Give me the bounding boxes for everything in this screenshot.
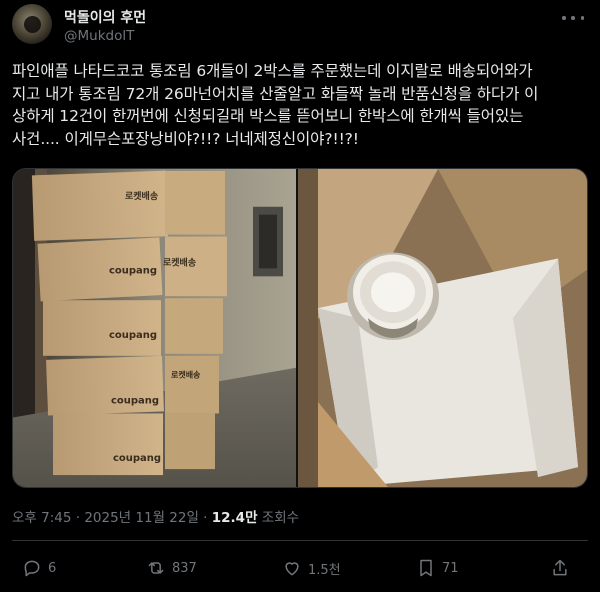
user-handle[interactable]: @MukdolT	[64, 28, 134, 44]
svg-text:coupang: coupang	[109, 330, 157, 341]
svg-text:coupang: coupang	[111, 396, 159, 407]
more-icon[interactable]	[562, 10, 584, 26]
repost-count: 837	[172, 560, 197, 576]
repost-button[interactable]: 837	[146, 556, 197, 580]
tweet-date[interactable]: 2025년 11월 22일	[84, 510, 199, 526]
views-count[interactable]: 12.4만	[212, 510, 258, 526]
display-name[interactable]: 먹돌이의 후먼	[64, 7, 146, 27]
share-icon	[553, 559, 567, 576]
bookmark-button[interactable]: 71	[416, 556, 459, 580]
divider	[12, 540, 588, 541]
svg-text:로켓배송: 로켓배송	[125, 190, 158, 202]
action-bar: 6 837 1.5천 71	[12, 556, 588, 580]
photo-stacked-boxes[interactable]: 로켓배송 로켓배송 coupang coupang coupang 로켓배송 c…	[13, 169, 296, 487]
svg-text:로켓배송: 로켓배송	[163, 256, 196, 268]
reply-icon	[24, 560, 40, 577]
like-count: 1.5천	[308, 562, 341, 578]
tweet-header: 먹돌이의 후먼 @MukdolT	[12, 4, 588, 48]
heart-icon	[285, 562, 299, 576]
meta-separator: ·	[71, 510, 85, 526]
media-grid: 로켓배송 로켓배송 coupang coupang coupang 로켓배송 c…	[12, 168, 588, 488]
share-button[interactable]	[550, 556, 570, 580]
tweet-time[interactable]: 오후 7:45	[12, 510, 71, 526]
avatar[interactable]	[12, 4, 52, 44]
reply-button[interactable]: 6	[22, 556, 56, 580]
tweet-meta: 오후 7:45 · 2025년 11월 22일 · 12.4만 조회수	[12, 506, 299, 526]
photo-open-box[interactable]	[298, 169, 587, 487]
bookmark-count: 71	[442, 560, 459, 576]
svg-text:coupang: coupang	[109, 265, 157, 276]
views-label: 조회수	[257, 510, 300, 526]
svg-text:로켓배송: 로켓배송	[171, 370, 201, 380]
reply-count: 6	[48, 560, 57, 576]
tweet-text: 파인애플 나타드코코 통조림 6개들이 2박스를 주문했는데 이지랄로 배송되어…	[12, 62, 539, 148]
bookmark-icon	[420, 559, 432, 577]
svg-text:coupang: coupang	[113, 453, 161, 464]
meta-separator: ·	[198, 510, 212, 526]
like-button[interactable]: 1.5천	[282, 556, 341, 580]
repost-icon	[148, 562, 164, 574]
